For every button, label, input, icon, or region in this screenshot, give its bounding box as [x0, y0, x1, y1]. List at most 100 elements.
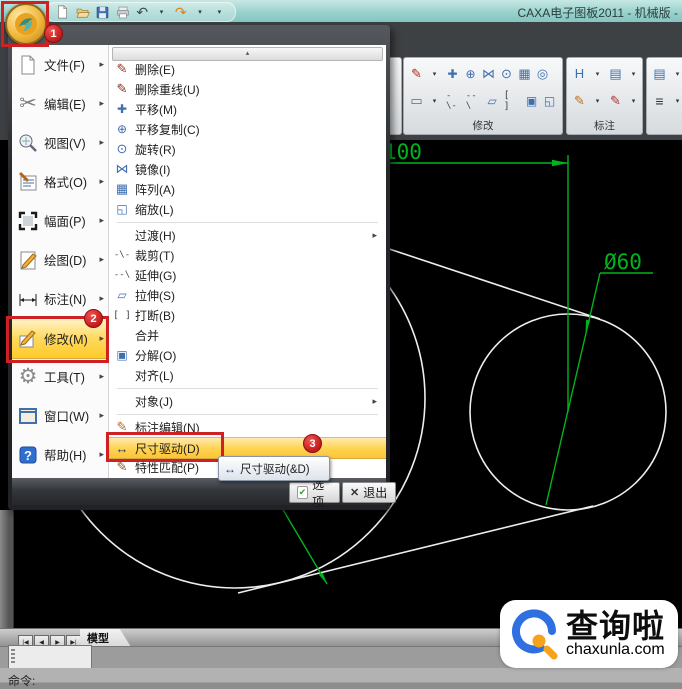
dropdown-icon[interactable]: ▾ [671, 93, 682, 108]
redo-icon[interactable]: ↷ [173, 4, 188, 20]
dropdown-icon[interactable]: ▾ [627, 93, 640, 108]
dropdown-icon[interactable]: ▾ [212, 4, 227, 20]
submenu-item-label: 平移(M) [135, 101, 386, 118]
rotate-icon[interactable]: ⊙ [500, 66, 513, 81]
tooltip-text: 尺寸驱动(&D) [240, 461, 310, 477]
submenu-item[interactable]: ✎删除重线(U) [109, 79, 386, 99]
submenu-item-label: 缩放(L) [135, 201, 386, 218]
dim-horizontal-icon[interactable]: H [573, 66, 586, 81]
submenu-arrow-icon: ▸ [372, 396, 377, 407]
rotate-icon: ⊙ [109, 141, 135, 157]
submenu-arrow-icon: ▸ [99, 449, 104, 460]
extend-icon: --\ [109, 270, 135, 280]
app-menu-item[interactable]: ?帮助(H)▸ [12, 435, 108, 474]
file-icon [12, 54, 44, 76]
dropdown-icon[interactable]: ▾ [591, 66, 604, 81]
app-menu-item-label: 视图(V) [44, 133, 99, 152]
submenu-item[interactable]: 对象(J)▸ [109, 391, 386, 411]
edit-pencil-icon[interactable]: ✎ [609, 93, 622, 108]
dropdown-icon[interactable]: ▾ [192, 4, 207, 20]
app-menu-item[interactable]: 视图(V)▸ [12, 123, 108, 162]
quick-access-toolbar: ↶▾↷▾▾ [46, 2, 236, 22]
submenu-item[interactable]: ✚平移(M) [109, 99, 386, 119]
doc-style-icon[interactable]: ▤ [653, 66, 666, 81]
submenu-item[interactable]: ⊙旋转(R) [109, 139, 386, 159]
layer-lines-icon[interactable]: ≡ [653, 93, 666, 108]
move-icon[interactable]: ✚ [446, 66, 459, 81]
dropdown-icon[interactable]: ▾ [591, 93, 604, 108]
submenu-item-label: 旋转(R) [135, 141, 386, 158]
submenu-item[interactable]: ▱拉伸(S) [109, 285, 386, 305]
select-rect-icon[interactable]: ▭ [410, 93, 423, 108]
array-icon[interactable]: ▦ [518, 66, 531, 81]
mirror-icon[interactable]: ⋈ [482, 66, 495, 81]
new-file-icon[interactable] [55, 4, 70, 20]
app-menu-item[interactable]: ⚙工具(T)▸ [12, 357, 108, 396]
drag-handle-icon[interactable] [11, 649, 15, 665]
print-icon[interactable] [115, 4, 131, 20]
exit-button[interactable]: ✕ 退出 [342, 482, 396, 503]
save-icon[interactable] [95, 4, 110, 20]
submenu-item[interactable]: 合并 [109, 325, 386, 345]
dropdown-icon[interactable]: ▾ [154, 4, 169, 20]
scale-icon[interactable]: ◱ [543, 93, 556, 108]
watermark-domain: chaxunla.com [566, 641, 665, 658]
open-file-icon[interactable] [74, 4, 91, 20]
move-copy-icon[interactable]: ⊕ [464, 66, 477, 81]
submenu-item[interactable]: 过渡(H)▸ [109, 225, 386, 245]
trim-icon[interactable]: -\- [446, 93, 461, 108]
submenu-item[interactable]: ✎标注编辑(N) [109, 417, 386, 437]
app-menu-item-label: 幅面(P) [44, 211, 99, 230]
submenu-item[interactable]: ⋈镜像(I) [109, 159, 386, 179]
dim-edit-icon: ✎ [109, 419, 135, 435]
tools-icon: ⚙ [12, 364, 44, 389]
submenu-item[interactable]: ◱缩放(L) [109, 199, 386, 219]
break-icon[interactable]: [ ] [504, 93, 520, 108]
menu-separator [117, 388, 378, 389]
exit-button-label: 退出 [363, 484, 387, 501]
left-scrollbar[interactable] [0, 510, 14, 628]
submenu-item-label: 延伸(G) [135, 267, 386, 284]
app-menu-item[interactable]: 文件(F)▸ [12, 45, 108, 84]
app-menu-item-label: 修改(M) [44, 329, 99, 348]
undo-icon[interactable]: ↶ [135, 4, 150, 20]
submenu-item[interactable]: 对齐(L) [109, 365, 386, 385]
window-icon [12, 405, 44, 427]
app-menu-item[interactable]: 绘图(D)▸ [12, 240, 108, 279]
scale-cloud-icon[interactable]: ◎ [536, 66, 549, 81]
dim-edit-icon[interactable]: ✎ [573, 93, 586, 108]
submenu-item-label: 平移复制(C) [135, 121, 386, 138]
app-menu-item[interactable]: 幅面(P)▸ [12, 201, 108, 240]
delete-brush-icon[interactable]: ✎ [410, 66, 423, 81]
submenu-item[interactable]: --\延伸(G) [109, 265, 386, 285]
dim-drive-icon: ↔ [109, 441, 135, 456]
explode-icon[interactable]: ▣ [525, 93, 538, 108]
submenu-item-label: 删除重线(U) [135, 81, 386, 98]
extend-icon[interactable]: --\ [466, 93, 481, 108]
submenu-item[interactable]: [ ]打断(B) [109, 305, 386, 325]
dropdown-icon[interactable]: ▾ [428, 93, 441, 108]
modify-submenu: ▴ ✎删除(E)✎删除重线(U)✚平移(M)⊕平移复制(C)⊙旋转(R)⋈镜像(… [109, 45, 386, 478]
dropdown-icon[interactable]: ▾ [428, 66, 441, 81]
submenu-item-label: 尺寸驱动(D) [135, 440, 386, 457]
submenu-item[interactable]: ✎删除(E) [109, 59, 386, 79]
submenu-item[interactable]: -\-裁剪(T) [109, 245, 386, 265]
options-button[interactable]: ✔ 选项 [289, 482, 340, 503]
app-menu-item[interactable]: 窗口(W)▸ [12, 396, 108, 435]
submenu-item-label: 过渡(H) [135, 227, 372, 244]
dim-image-icon[interactable]: ▤ [609, 66, 622, 81]
app-menu-item[interactable]: 格式(O)▸ [12, 162, 108, 201]
stretch-icon[interactable]: ▱ [486, 93, 499, 108]
submenu-arrow-icon: ▸ [99, 333, 104, 344]
array-icon: ▦ [109, 181, 135, 197]
command-line[interactable]: 命令: [0, 668, 682, 689]
application-menu-button[interactable] [5, 3, 47, 45]
dropdown-icon[interactable]: ▾ [627, 66, 640, 81]
submenu-item[interactable]: ⊕平移复制(C) [109, 119, 386, 139]
app-menu-item[interactable]: ✂编辑(E)▸ [12, 84, 108, 123]
view-icon [12, 132, 44, 154]
delete-dup-icon: ✎ [109, 81, 135, 97]
submenu-item[interactable]: ▣分解(O) [109, 345, 386, 365]
dropdown-icon[interactable]: ▾ [671, 66, 682, 81]
submenu-item[interactable]: ▦阵列(A) [109, 179, 386, 199]
